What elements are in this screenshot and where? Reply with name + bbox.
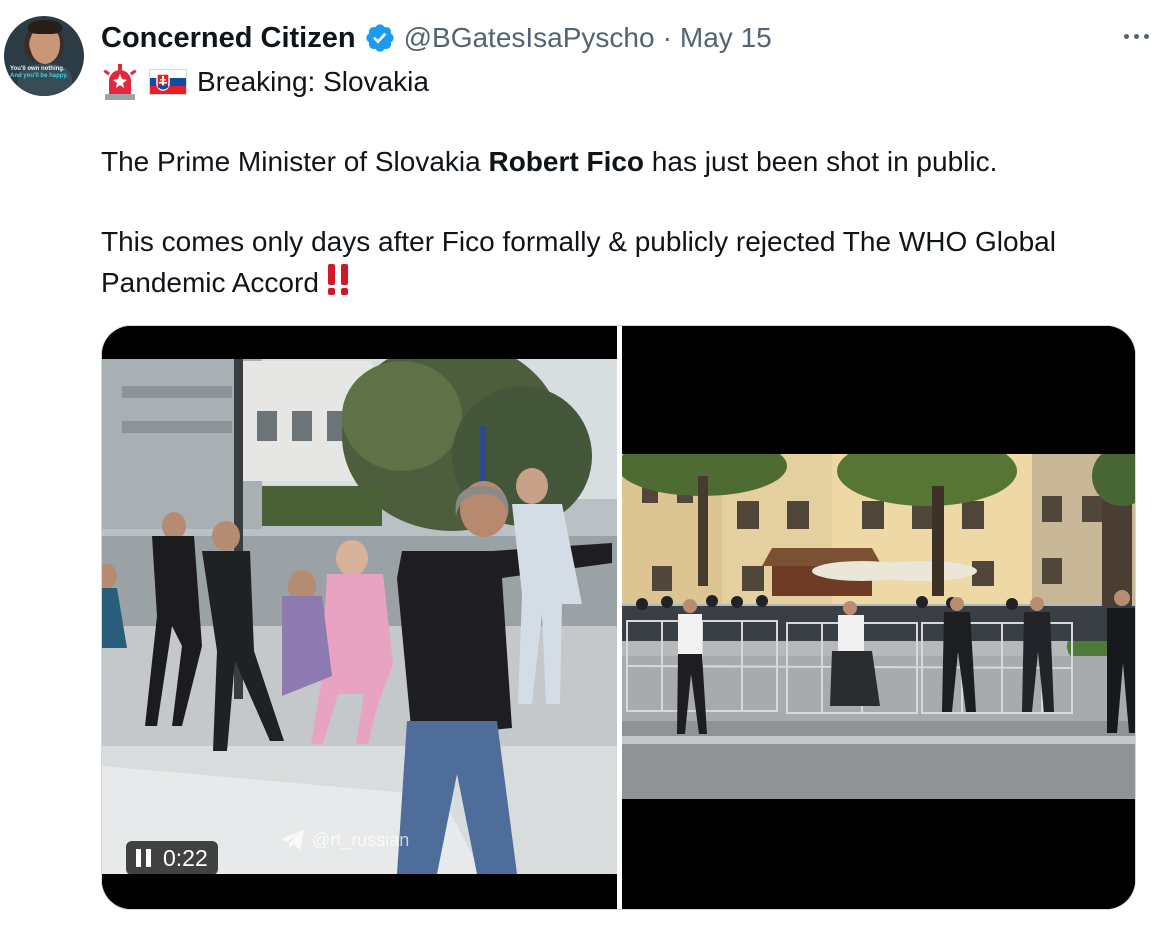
- tweet-header: Concerned Citizen @BGatesIsaPyscho · May…: [101, 18, 772, 58]
- avatar-caption: You'll own nothing. And you'll be happy.: [10, 66, 68, 79]
- tweet-date[interactable]: May 15: [680, 22, 772, 54]
- separator-dot: ·: [662, 22, 672, 53]
- watermark: @rt_russian: [280, 829, 409, 851]
- tweet-paragraph-1: The Prime Minister of Slovakia Robert Fi…: [101, 146, 998, 177]
- tweet: You'll own nothing. And you'll be happy.…: [0, 0, 1168, 932]
- video-duration-badge[interactable]: 0:22: [126, 841, 218, 875]
- avatar-hair: [28, 20, 62, 34]
- police-siren-icon: [103, 64, 137, 100]
- video-duration: 0:22: [163, 844, 208, 871]
- author-handle[interactable]: @BGatesIsaPyscho: [404, 22, 655, 54]
- video-frame: [102, 326, 617, 909]
- pause-icon[interactable]: [136, 849, 151, 867]
- avatar[interactable]: You'll own nothing. And you'll be happy.: [4, 16, 84, 96]
- video-player[interactable]: @rt_russian 0:22: [102, 326, 617, 909]
- media-grid: @rt_russian 0:22: [101, 325, 1136, 910]
- photo[interactable]: [622, 326, 1135, 909]
- display-name[interactable]: Concerned Citizen: [101, 22, 356, 55]
- more-options-button[interactable]: [1118, 20, 1154, 52]
- verified-badge-icon[interactable]: [364, 22, 396, 54]
- photo-frame: [622, 326, 1135, 909]
- headline-text: Breaking: Slovakia: [197, 66, 429, 97]
- more-horizontal-icon: [1123, 33, 1129, 39]
- tweet-headline: Breaking: Slovakia: [101, 62, 429, 102]
- tweet-paragraph-2: This comes only days after Fico formally…: [101, 226, 1056, 298]
- slovakia-flag-icon: [149, 69, 187, 95]
- double-exclamation-icon: [327, 264, 348, 295]
- telegram-icon: [281, 830, 304, 850]
- bold-name: Robert Fico: [488, 146, 645, 177]
